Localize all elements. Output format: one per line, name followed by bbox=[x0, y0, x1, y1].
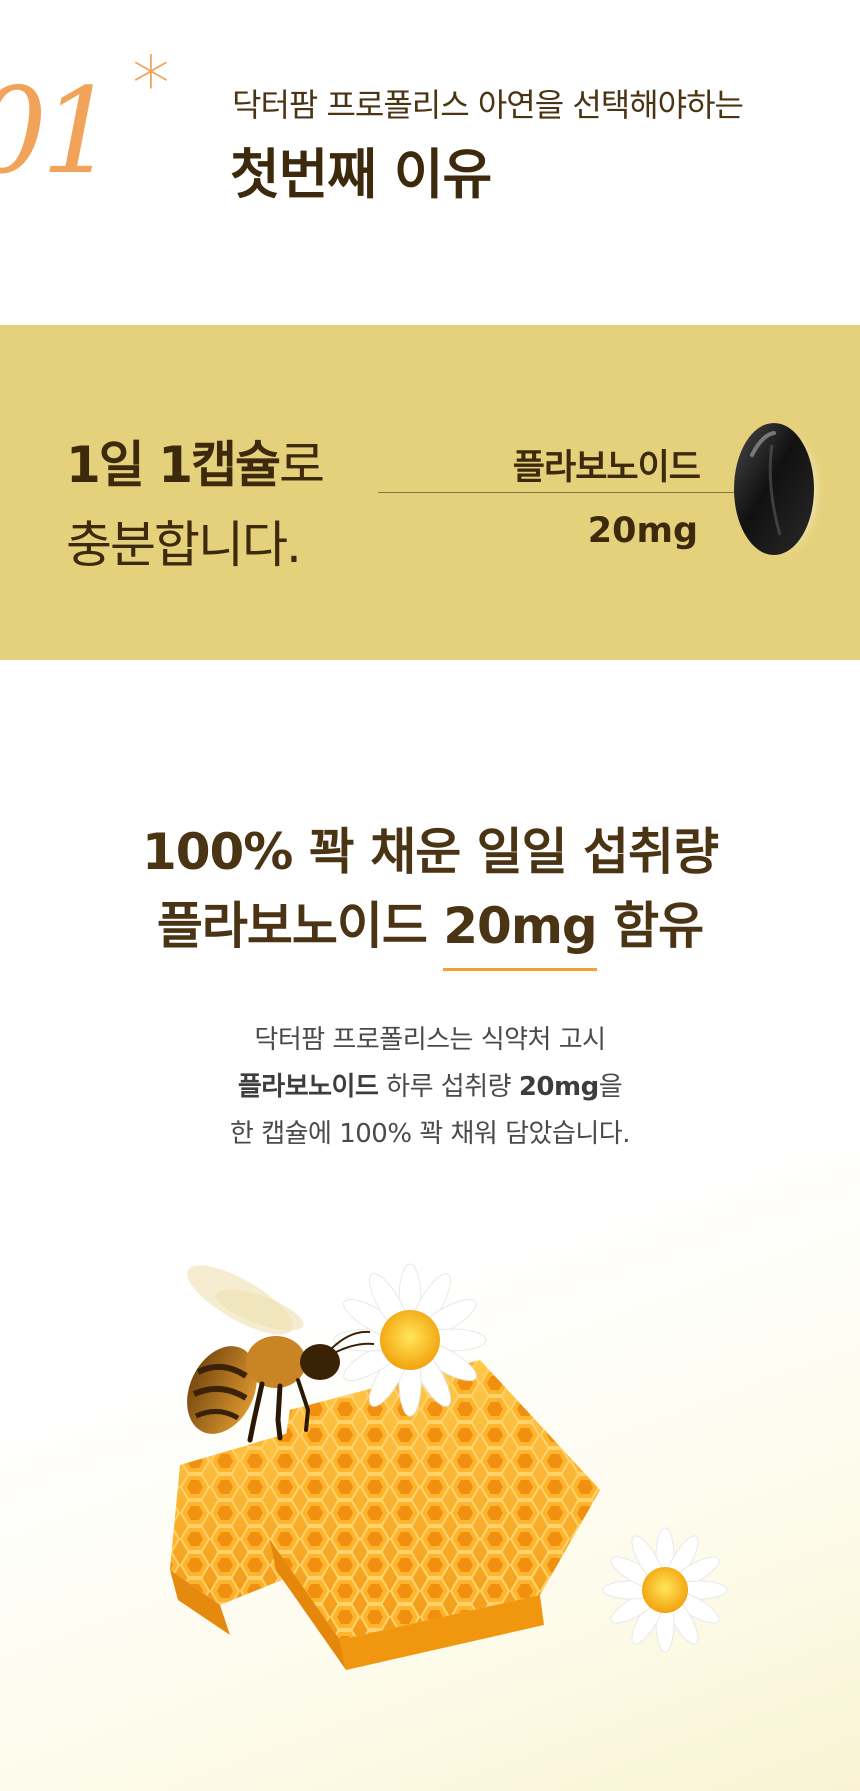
headline-emphasis: 20mg bbox=[443, 889, 598, 971]
reason-number: 01 bbox=[0, 62, 116, 200]
description: 닥터팜 프로폴리스는 식약처 고시 플라보노이드 하루 섭취량 20mg을 한 … bbox=[0, 1017, 860, 1158]
headline-emphasis-text: 20mg bbox=[443, 897, 597, 955]
reason-title: 첫번째 이유 bbox=[230, 143, 492, 206]
dosage-bold: 1일 1캡슐 bbox=[66, 436, 281, 494]
description-bold-flavonoid: 플라보노이드 bbox=[237, 1072, 379, 1102]
headline-line1: 100% 꽉 채운 일일 섭취량 bbox=[141, 823, 719, 881]
dosage-suffix: 로 bbox=[279, 436, 325, 494]
asterisk-icon: * bbox=[132, 39, 170, 128]
ingredient-label: 플라보노이드 bbox=[512, 448, 701, 488]
headline-line2: 플라보노이드 20mg 함유 bbox=[0, 889, 860, 971]
product-detail-page: 01 * 닥터팜 프로폴리스 아연을 선택해야하는 첫번째 이유 1일 1캡슐로… bbox=[0, 0, 860, 1791]
honeycomb-right bbox=[270, 1360, 600, 1670]
description-bold-amount: 20mg bbox=[518, 1072, 599, 1102]
description-line1: 닥터팜 프로폴리스는 식약처 고시 bbox=[254, 1025, 606, 1055]
headline-line2-post: 함유 bbox=[596, 897, 704, 955]
description-end: 을 bbox=[598, 1072, 623, 1102]
reason-header: 01 * 닥터팜 프로폴리스 아연을 선택해야하는 첫번째 이유 bbox=[0, 0, 860, 325]
capsule-image bbox=[722, 415, 832, 565]
headline-line2-pre: 플라보노이드 bbox=[156, 897, 444, 955]
ingredient-divider bbox=[378, 492, 738, 493]
dosage-band: 1일 1캡슐로 충분합니다. 플라보노이드 20mg bbox=[0, 325, 860, 660]
bee-honeycomb-illustration bbox=[120, 1240, 760, 1700]
ingredient-amount: 20mg bbox=[587, 511, 698, 551]
reason-subtitle: 닥터팜 프로폴리스 아연을 선택해야하는 bbox=[232, 86, 744, 124]
description-line2: 플라보노이드 하루 섭취량 20mg을 bbox=[0, 1064, 860, 1111]
dosage-text-line2: 충분합니다. bbox=[66, 516, 302, 574]
description-mid: 하루 섭취량 bbox=[378, 1072, 519, 1102]
headline-underline bbox=[443, 968, 597, 971]
dosage-text-line1: 1일 1캡슐로 bbox=[66, 425, 325, 497]
daisy-flower-bottom bbox=[602, 1527, 728, 1653]
flavonoid-headline: 100% 꽉 채운 일일 섭취량 플라보노이드 20mg 함유 bbox=[0, 815, 860, 971]
